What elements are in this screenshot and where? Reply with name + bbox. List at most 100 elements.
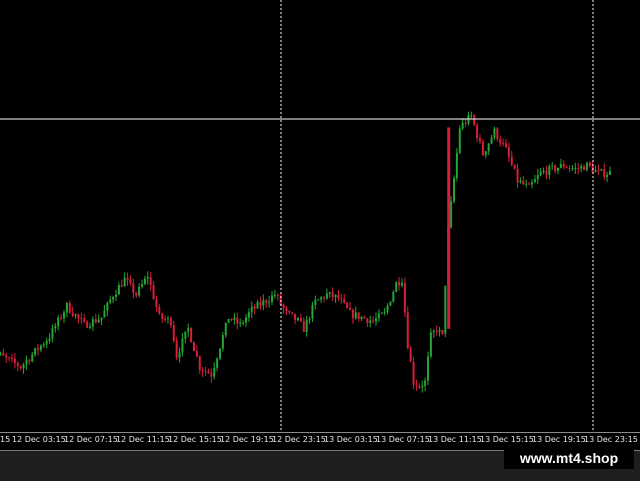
candle-body xyxy=(54,326,57,329)
candle-body xyxy=(360,316,363,319)
candle-body xyxy=(77,314,80,318)
candle-body xyxy=(458,128,461,153)
candle-body xyxy=(507,147,510,157)
candle-body xyxy=(155,299,158,307)
candle-body xyxy=(213,367,216,377)
candle-body xyxy=(432,330,435,333)
candle-body xyxy=(317,299,320,301)
candle-body xyxy=(369,320,372,324)
candle-body xyxy=(141,284,143,287)
candle-body xyxy=(0,353,2,355)
candle-body xyxy=(126,277,129,280)
candle-body xyxy=(175,340,178,358)
candle-body xyxy=(392,292,395,302)
candle-body xyxy=(123,277,126,287)
candle-body xyxy=(138,286,141,296)
candle-body xyxy=(265,300,268,303)
candle-body xyxy=(288,310,291,313)
candle-body xyxy=(473,115,476,125)
candle-body xyxy=(63,312,65,319)
candle-body xyxy=(609,171,611,175)
candle-body xyxy=(16,362,19,367)
candle-body xyxy=(100,317,103,320)
candle-body xyxy=(320,297,323,300)
chart-window[interactable]: 15 12 Dec 03:15 12 Dec 07:15 12 Dec 11:15 1… xyxy=(0,0,640,481)
candle-body xyxy=(227,318,230,323)
candle-body xyxy=(470,115,473,117)
candle-body xyxy=(568,167,571,169)
candle-body xyxy=(117,285,120,295)
candle-body xyxy=(412,361,415,385)
candle-body xyxy=(8,357,11,359)
candle-body xyxy=(256,302,259,309)
candle-body xyxy=(441,329,444,334)
candle-body xyxy=(577,168,580,170)
time-tick-label: 12 Dec 03:15 xyxy=(12,435,66,444)
candle-body xyxy=(323,297,325,299)
candle-body xyxy=(554,165,557,171)
candle-body xyxy=(464,122,467,124)
candle-body xyxy=(594,170,597,173)
candle-body xyxy=(429,332,432,357)
candle-body xyxy=(597,170,600,172)
candle-body xyxy=(484,151,487,156)
candle-body xyxy=(42,344,45,346)
time-tick-label: 12 Dec 23:15 xyxy=(272,435,326,444)
time-tick-label: 13 Dec 03:15 xyxy=(324,435,378,444)
candle-body xyxy=(487,143,490,152)
candle-body xyxy=(120,285,123,287)
candle-body xyxy=(109,299,112,303)
candle-body xyxy=(427,356,429,381)
time-tick-label: 15 xyxy=(0,435,11,444)
candle-body xyxy=(80,317,83,319)
candle-body xyxy=(169,318,172,326)
candle-body xyxy=(262,300,265,306)
candle-body xyxy=(351,309,354,319)
candle-body xyxy=(588,162,591,166)
candle-body xyxy=(167,318,169,320)
candle-body xyxy=(380,312,383,314)
watermark: www.mt4.shop xyxy=(504,447,634,469)
candle-body xyxy=(481,141,484,156)
candle-body xyxy=(253,306,256,309)
candle-body xyxy=(525,183,528,185)
candle-body xyxy=(542,170,545,172)
candle-body xyxy=(580,166,583,169)
candle-body xyxy=(337,294,340,299)
candle-body xyxy=(34,348,37,355)
candle-body xyxy=(406,312,409,349)
candle-body xyxy=(346,302,349,308)
candle-body xyxy=(60,317,63,319)
candle-body xyxy=(522,180,525,185)
candle-body xyxy=(22,364,25,369)
candle-body xyxy=(276,295,279,297)
candle-body xyxy=(233,317,236,321)
candle-body xyxy=(271,295,273,302)
candle-body xyxy=(444,285,447,334)
candle-body xyxy=(181,338,184,353)
candle-body xyxy=(325,293,328,299)
candle-body xyxy=(242,322,245,324)
candle-body xyxy=(308,318,311,320)
candle-body xyxy=(496,128,499,140)
candle-body xyxy=(239,322,242,324)
price-chart[interactable] xyxy=(0,0,640,432)
candle-body xyxy=(74,314,77,316)
candle-body xyxy=(71,312,74,316)
candle-body xyxy=(545,170,548,176)
candle-body xyxy=(418,385,421,388)
candle-body xyxy=(557,167,559,171)
time-tick-label: 12 Dec 11:15 xyxy=(116,435,170,444)
candle-body xyxy=(533,178,536,183)
candle-body xyxy=(438,329,441,332)
candle-body xyxy=(409,348,412,362)
candle-body xyxy=(510,156,513,165)
candle-body xyxy=(65,302,68,313)
candle-body xyxy=(395,282,398,293)
candle-body xyxy=(559,164,562,168)
candle-body xyxy=(585,162,588,171)
candles-layer xyxy=(0,111,611,393)
candle-body xyxy=(600,169,603,171)
candle-body xyxy=(106,302,109,311)
candle-body xyxy=(86,321,89,328)
